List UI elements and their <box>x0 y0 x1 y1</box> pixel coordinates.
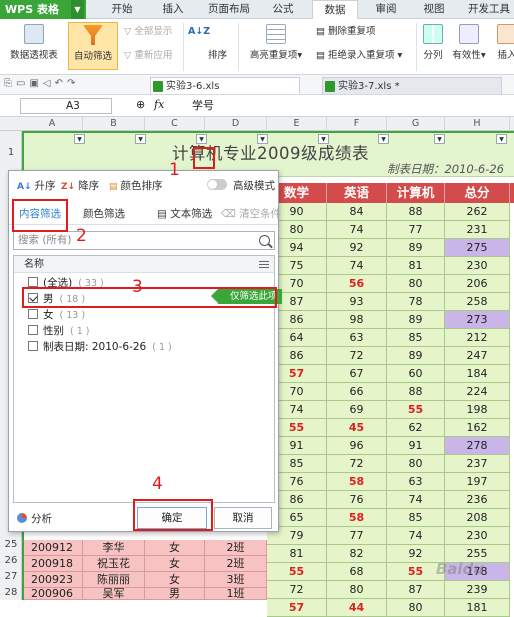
autofilter-button[interactable]: 自动筛选 <box>68 22 118 70</box>
score-cell[interactable]: 80 <box>387 599 445 617</box>
col-header-f[interactable]: F <box>327 117 387 131</box>
list-item-female[interactable]: 女( 13 ) <box>28 308 85 323</box>
doc-tab-1[interactable]: 实验3-6.xls <box>150 77 300 94</box>
col-header-b[interactable]: B <box>83 117 145 131</box>
tab-developer[interactable]: 开发工具 <box>464 0 514 19</box>
sort-ascending-button[interactable]: A↓ 升序 <box>17 178 56 193</box>
validity-icon <box>459 24 479 44</box>
annotation-box-2 <box>12 199 68 232</box>
insert-button[interactable]: 插入 <box>492 24 514 61</box>
checkbox[interactable] <box>28 277 38 287</box>
ribbon-divider <box>238 23 239 71</box>
split-icon <box>423 24 443 44</box>
list-item-date[interactable]: 制表日期: 2010-6-26( 1 ) <box>28 340 172 355</box>
row-header-27[interactable]: 27 <box>0 571 22 582</box>
name-box[interactable]: A3 <box>20 98 112 114</box>
column-headers: A B C D E F G H <box>0 117 514 131</box>
annotation-number-2: 2 <box>76 226 87 246</box>
show-all-button[interactable]: ▽ 全部显示 <box>124 25 172 39</box>
app-menu-button[interactable]: WPS 表格 ▼ <box>0 0 86 19</box>
col-header-c[interactable]: C <box>145 117 205 131</box>
filter-icon <box>83 25 103 45</box>
row-header-25[interactable]: 25 <box>0 539 22 550</box>
sort-button[interactable]: 排序 <box>208 49 227 63</box>
row-header-28[interactable]: 28 <box>0 587 22 598</box>
menu-bar: WPS 表格 ▼ 开始 插入 页面布局 公式 数据 审阅 视图 开发工具 <box>0 0 514 20</box>
fx-icon[interactable]: fx <box>154 98 164 111</box>
list-menu-icon[interactable] <box>259 261 269 268</box>
annotation-box-3 <box>22 287 277 308</box>
tab-view[interactable]: 视图 <box>418 0 450 19</box>
checkbox[interactable] <box>28 309 38 319</box>
row-header-1[interactable]: 1 <box>0 147 22 158</box>
clear-icon: ⌫ <box>221 208 240 220</box>
pivot-table-button[interactable]: 数据透视表 <box>4 24 64 61</box>
sort-az-icon[interactable]: A↓Z <box>188 25 210 39</box>
advanced-mode-toggle[interactable] <box>207 179 227 190</box>
quick-access-toolbar: ⎘▭▣◁↶↷ 实验3-6.xls 实验3-7.xls * <box>0 75 514 95</box>
list-item-gender[interactable]: 性别( 1 ) <box>28 324 90 339</box>
list-header: 名称 <box>14 256 274 273</box>
text-filter-icon: ▤ <box>157 208 171 220</box>
tab-home[interactable]: 开始 <box>104 0 140 19</box>
col-header-a[interactable]: A <box>22 117 83 131</box>
zoom-icon[interactable]: ⊕ <box>136 98 145 111</box>
ribbon-divider <box>416 23 417 71</box>
cancel-button[interactable]: 取消 <box>214 507 272 529</box>
annotation-number-1: 1 <box>169 160 180 180</box>
checkbox[interactable] <box>28 341 38 351</box>
annotation-number-4: 4 <box>152 474 163 494</box>
col-header-g[interactable]: G <box>387 117 445 131</box>
insert-icon <box>497 24 514 44</box>
spreadsheet-icon <box>325 81 335 92</box>
doc-tab-2[interactable]: 实验3-7.xls * <box>322 77 502 94</box>
col-header-e[interactable]: E <box>267 117 327 131</box>
tab-data[interactable]: 数据 <box>312 0 358 20</box>
annotation-number-3: 3 <box>132 277 143 297</box>
sort-descending-button[interactable]: Z↓ 降序 <box>61 178 99 193</box>
clear-conditions-button[interactable]: ⌫ 清空条件 <box>221 206 281 221</box>
tab-formula[interactable]: 公式 <box>268 0 298 19</box>
highlight-duplicates-button[interactable]: 高亮重复项▾ <box>244 24 308 61</box>
filter-search-input[interactable]: 搜索 (所有) <box>13 231 275 250</box>
pivot-table-icon <box>24 24 44 44</box>
tab-text-filter[interactable]: ▤ 文本筛选 <box>157 206 212 221</box>
annotation-box-1 <box>193 147 215 169</box>
col-header-d[interactable]: D <box>205 117 267 131</box>
tab-insert[interactable]: 插入 <box>158 0 188 19</box>
validity-button[interactable]: 有效性▾ <box>450 24 488 61</box>
watermark: Baidu <box>435 560 484 578</box>
tab-color-filter[interactable]: 颜色筛选 <box>83 206 125 221</box>
checkbox[interactable] <box>28 325 38 335</box>
analyze-button[interactable]: 分析 <box>17 511 52 526</box>
advanced-mode-label: 高级模式 <box>233 180 275 192</box>
remove-duplicates-button[interactable]: ▤ 删除重复项 <box>316 25 376 39</box>
split-column-button[interactable]: 分列 <box>420 24 446 61</box>
sort-by-color-button[interactable]: ▤ 颜色排序 <box>109 178 163 193</box>
tab-page-layout[interactable]: 页面布局 <box>204 0 254 19</box>
tab-review[interactable]: 审阅 <box>370 0 402 19</box>
search-icon[interactable] <box>259 235 270 246</box>
score-cell[interactable]: 181 <box>445 599 510 617</box>
pie-chart-icon <box>17 513 27 523</box>
formula-bar: A3 ⊕ fx 学号 <box>0 95 514 117</box>
col-header-h[interactable]: H <box>445 117 510 131</box>
reject-duplicates-button[interactable]: ▤ 拒绝录入重复项 ▾ <box>316 49 402 63</box>
ribbon-divider <box>183 23 184 71</box>
quick-access-icons[interactable]: ⎘▭▣◁↶↷ <box>4 78 79 89</box>
highlight-icon <box>266 24 286 44</box>
reapply-button[interactable]: ▽ 重新应用 <box>124 49 172 63</box>
chevron-down-icon[interactable]: ▼ <box>71 0 84 19</box>
annotation-box-4 <box>133 499 213 531</box>
score-cell[interactable]: 44 <box>327 599 387 617</box>
row-header-26[interactable]: 26 <box>0 555 22 566</box>
ribbon: 数据透视表 自动筛选 ▽ 全部显示 ▽ 重新应用 A↓Z 排序 高亮重复项▾ ▤… <box>0 19 514 75</box>
formula-input[interactable]: 学号 <box>192 98 214 114</box>
spreadsheet-icon <box>153 81 163 92</box>
score-cell[interactable]: 57 <box>267 599 327 617</box>
